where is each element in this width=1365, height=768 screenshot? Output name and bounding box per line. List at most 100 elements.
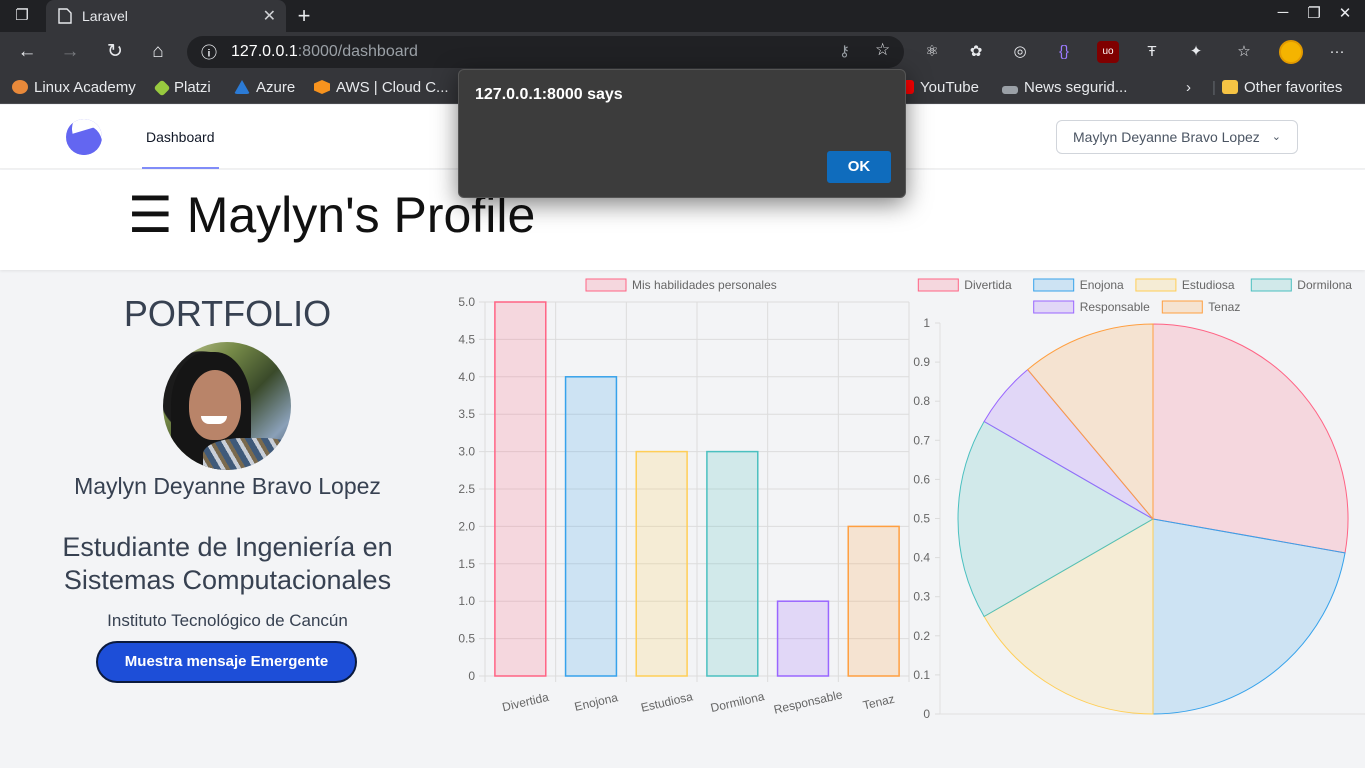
- back-icon[interactable]: ←: [13, 38, 41, 66]
- legend-swatch: [1161, 300, 1203, 314]
- x-tick-label: Tenaz: [862, 692, 896, 713]
- legend-label: Divertida: [964, 278, 1012, 292]
- tab-actions-icon[interactable]: ❐: [10, 6, 34, 26]
- y-tick-label: 2.5: [458, 482, 475, 496]
- y-tick-label: 0.3: [913, 590, 930, 604]
- bookmark-linux-academy[interactable]: Linux Academy: [12, 77, 136, 99]
- bookmarks-overflow-icon[interactable]: ›: [1186, 77, 1191, 99]
- restore-icon[interactable]: ❐: [1299, 4, 1329, 22]
- y-tick-label: 3.0: [458, 445, 475, 459]
- new-tab-icon[interactable]: +: [292, 2, 316, 30]
- profile-card: PORTFOLIO Maylyn Deyanne Bravo Lopez Est…: [0, 271, 455, 768]
- legend-label: Tenaz: [1208, 300, 1240, 314]
- y-tick-label: 0.2: [913, 629, 930, 643]
- pie-slice-enojona: [1152, 518, 1346, 715]
- bar-dormilona: [706, 450, 759, 677]
- x-tick-label: Responsable: [772, 687, 844, 716]
- refresh-icon[interactable]: ↻: [101, 38, 129, 66]
- page-icon: [58, 8, 72, 24]
- linux-academy-icon: [12, 80, 28, 94]
- bookmark-news[interactable]: News segurid...: [1002, 77, 1127, 99]
- legend-swatch: [917, 278, 959, 292]
- minimize-icon[interactable]: ─: [1268, 4, 1298, 21]
- y-tick-label: 0.5: [913, 512, 930, 526]
- legend-label: Responsable: [1080, 300, 1150, 314]
- y-tick-label: 2.0: [458, 519, 475, 533]
- close-tab-icon[interactable]: ✕: [263, 6, 276, 26]
- bookmark-aws[interactable]: AWS | Cloud C...: [314, 77, 449, 99]
- x-tick-label: Dormilona: [709, 689, 766, 715]
- user-name: Maylyn Deyanne Bravo Lopez: [1073, 129, 1260, 145]
- url-text[interactable]: 127.0.0.1:8000/dashboard: [231, 43, 418, 61]
- y-tick-label: 0.4: [913, 551, 930, 565]
- bookmarks-divider: |: [1212, 79, 1216, 96]
- bookmark-youtube[interactable]: YouTube: [904, 77, 979, 99]
- bar-tenaz: [847, 525, 900, 677]
- chevron-down-icon: ⌄: [1271, 131, 1281, 143]
- key-icon[interactable]: ⚷: [839, 42, 850, 60]
- extensions-icon[interactable]: ✦: [1185, 41, 1207, 63]
- alert-ok-button[interactable]: OK: [827, 151, 891, 183]
- legend-swatch: [1033, 300, 1075, 314]
- site-info-icon[interactable]: i: [201, 44, 217, 60]
- azure-icon: [234, 80, 250, 94]
- platzi-icon: [153, 79, 171, 97]
- legend-swatch: [1250, 278, 1292, 292]
- bar-divertida: [494, 301, 547, 677]
- alert-dialog: 127.0.0.1:8000 says OK: [458, 69, 906, 198]
- bookmark-platzi[interactable]: Platzi: [153, 77, 211, 99]
- y-tick-label: 3.5: [458, 407, 475, 421]
- more-menu-icon[interactable]: ···: [1326, 41, 1348, 63]
- ublock-extension-icon[interactable]: uo: [1097, 41, 1119, 63]
- legend-label: Dormilona: [1297, 278, 1352, 292]
- x-tick-label: Estudiosa: [640, 689, 695, 715]
- alert-message: 127.0.0.1:8000 says: [475, 86, 623, 103]
- legend-swatch: [1033, 278, 1075, 292]
- show-popup-button[interactable]: Muestra mensaje Emergente: [96, 641, 357, 683]
- news-icon: [1002, 86, 1018, 94]
- x-tick-label: Divertida: [501, 690, 551, 714]
- career-text: Estudiante de Ingeniería en Sistemas Com…: [62, 532, 393, 595]
- person-name: Maylyn Deyanne Bravo Lopez: [74, 473, 381, 499]
- forward-icon[interactable]: →: [56, 38, 84, 66]
- target-extension-icon[interactable]: ◎: [1009, 41, 1031, 63]
- bookmark-azure[interactable]: Azure: [234, 77, 295, 99]
- languagetool-extension-icon[interactable]: Ŧ: [1141, 41, 1163, 63]
- bookmark-other-favorites[interactable]: Other favorites: [1222, 77, 1342, 99]
- nav-link-dashboard[interactable]: Dashboard: [142, 105, 219, 169]
- react-extension-icon[interactable]: ⚛: [921, 41, 943, 63]
- gnome-extension-icon[interactable]: ✿: [965, 41, 987, 63]
- bar-enojona: [564, 376, 618, 677]
- skills-bar-chart: Mis habilidades personales 0 0.5 1.0 1.5 2.0 2…: [458, 278, 910, 717]
- address-bar[interactable]: i 127.0.0.1:8000/dashboard ⚷ ☆: [187, 36, 904, 68]
- y-tick-label: 0: [468, 669, 475, 683]
- aws-icon: [314, 80, 330, 94]
- y-tick-label: 1: [923, 316, 930, 330]
- json-extension-icon[interactable]: {}: [1053, 41, 1075, 63]
- y-tick-label: 1.5: [458, 557, 475, 571]
- favorites-icon[interactable]: ☆: [1233, 41, 1255, 63]
- y-tick-label: 5.0: [458, 295, 475, 309]
- y-tick-label: 4.5: [458, 332, 475, 346]
- x-tick-label: Enojona: [573, 690, 619, 714]
- legend-label: Enojona: [1080, 278, 1124, 292]
- y-tick-label: 1.0: [458, 594, 475, 608]
- folder-icon: [1222, 80, 1238, 94]
- pie-slice-divertida: [1152, 323, 1349, 554]
- home-icon[interactable]: ⌂: [144, 38, 172, 66]
- bar-responsable: [776, 600, 830, 677]
- add-favorite-icon[interactable]: ☆: [875, 40, 890, 60]
- app-logo-icon[interactable]: [66, 119, 102, 155]
- tab-title: Laravel: [82, 8, 128, 24]
- y-tick-label: 0.1: [913, 668, 930, 682]
- y-tick-label: 0: [923, 707, 930, 721]
- user-dropdown[interactable]: Maylyn Deyanne Bravo Lopez ⌄: [1056, 120, 1298, 154]
- profile-avatar-icon[interactable]: [1279, 40, 1303, 64]
- browser-tab[interactable]: Laravel ✕: [46, 0, 286, 32]
- bar-estudiosa: [635, 450, 688, 677]
- browser-tabbar: ❐ Laravel ✕ + ─ ❐ ✕: [0, 0, 1365, 32]
- close-window-icon[interactable]: ✕: [1330, 4, 1360, 22]
- bar-legend: Mis habilidades personales: [585, 278, 777, 292]
- skills-pie-chart: Divertida Enojona Estudiosa Dormilona Respon…: [913, 278, 1365, 721]
- avatar: [163, 342, 291, 470]
